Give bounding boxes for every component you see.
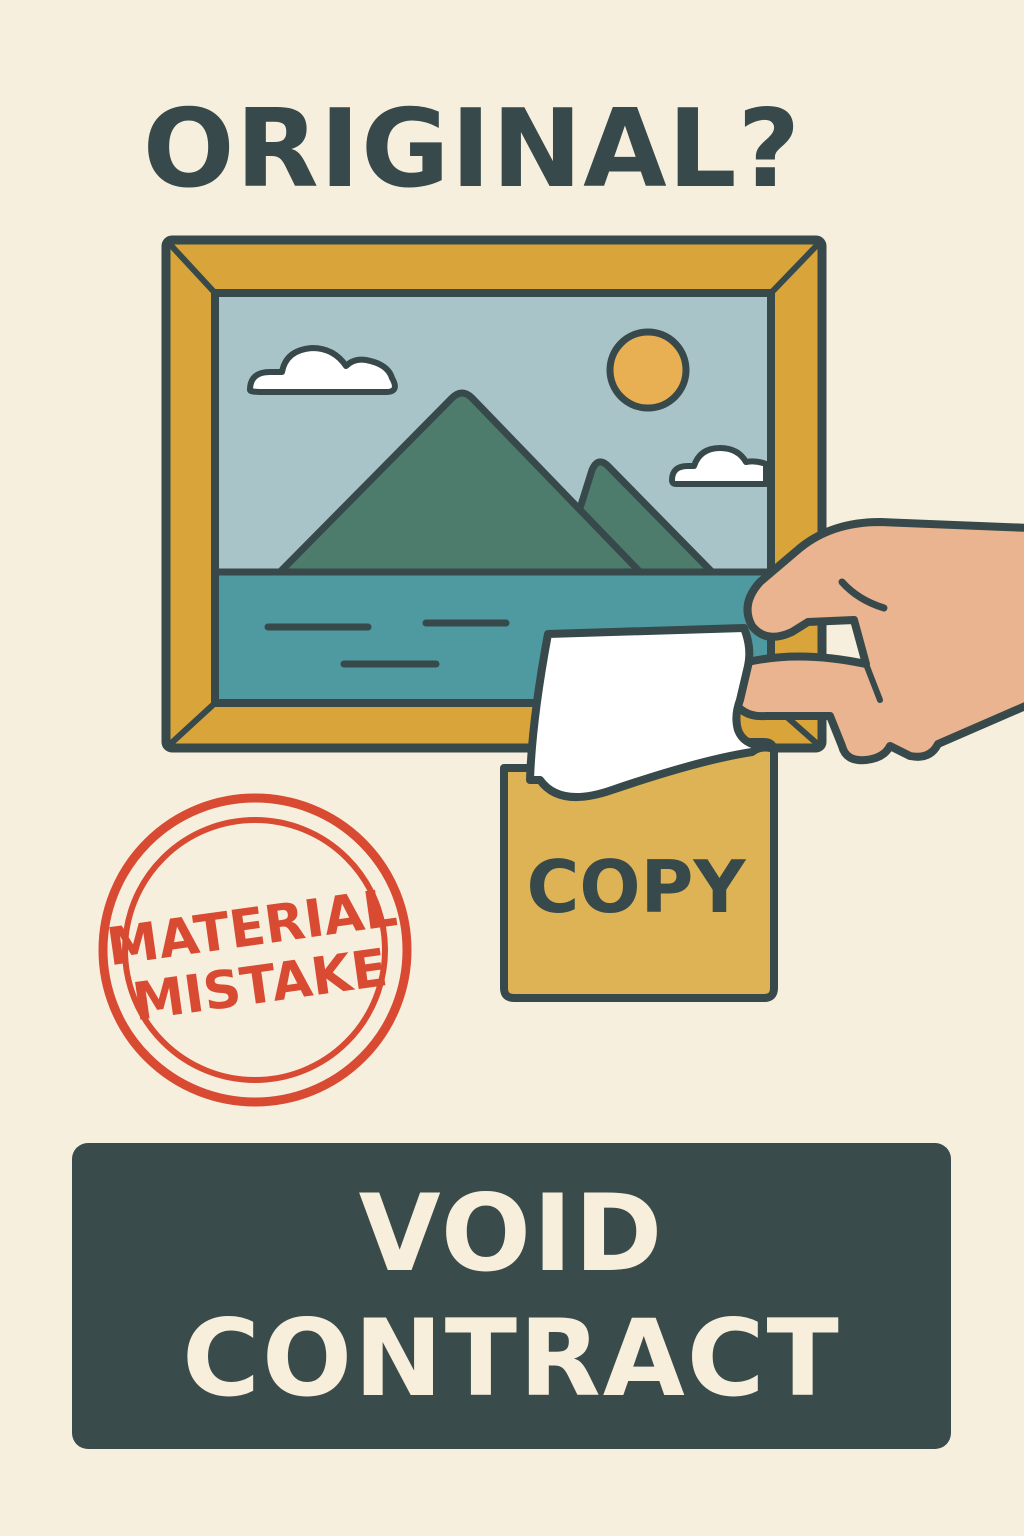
banner-line-1: VOID: [358, 1171, 665, 1295]
poster: ORIGINAL? COPY MATERIAL MISTAKE VOID CON…: [0, 0, 1024, 1536]
copy-document-icon: COPY: [500, 624, 778, 1002]
banner-line-2: CONTRACT: [182, 1297, 841, 1420]
stamp-icon: MATERIAL MISTAKE: [98, 793, 412, 1107]
verdict-banner: VOID CONTRACT: [72, 1143, 951, 1449]
copy-label: COPY: [527, 845, 747, 929]
